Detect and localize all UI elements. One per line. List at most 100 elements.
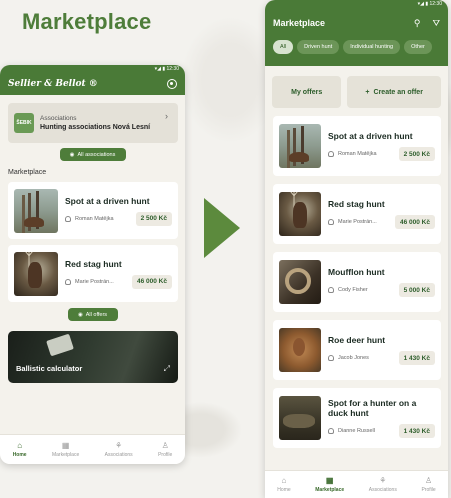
home-icon: ⌂ — [17, 441, 23, 450]
all-associations-label: All associations — [77, 151, 116, 158]
association-card[interactable]: ŠEBIK Associations Hunting associations … — [8, 103, 178, 143]
filter-chip[interactable]: Driven hunt — [297, 40, 340, 54]
offer-thumbnail — [279, 260, 321, 304]
offer-seller: Marie Postrán... — [328, 219, 377, 225]
associations-icon: ⚘ — [115, 441, 123, 450]
bottom-nav: ⌂ Home ▦ Marketplace ⚘ Associations ♙ Profi… — [0, 434, 185, 464]
offer-seller: Roman Matějka — [328, 151, 377, 157]
offer-list: Spot at a driven hunt Roman Matějka 2 50… — [265, 116, 448, 448]
ballistic-calculator-card[interactable]: Ballistic calculator ⤢ — [8, 331, 178, 383]
offer-thumbnail — [279, 396, 321, 440]
offer-seller: Jacob Jones — [328, 355, 369, 361]
offer-card[interactable]: Roe deer hunt Jacob Jones 1 430 Kč — [273, 320, 441, 380]
offer-thumbnail — [279, 192, 321, 236]
home-icon: ⌂ — [281, 476, 287, 485]
nav-label: Marketplace — [51, 452, 80, 458]
nav-label: Marketplace — [315, 487, 345, 493]
offer-thumbnail — [14, 188, 58, 233]
create-offer-button[interactable]: + Create an offer — [347, 76, 441, 108]
offer-title: Roe deer hunt — [328, 335, 386, 345]
section-label: Marketplace — [8, 169, 47, 176]
offer-card[interactable]: Red stag hunt Marie Postrán... 46 000 Kč — [8, 245, 178, 302]
marketplace-icon: ▦ — [61, 441, 70, 450]
status-bar: ▾◢ ▮ 12:30 — [265, 0, 448, 8]
nav-label: Associations — [368, 487, 397, 493]
expand-icon: ⤢ — [163, 364, 170, 373]
app-header: Sellier & Bellot ® — [0, 73, 185, 95]
offer-title: Spot at a driven hunt — [65, 195, 150, 206]
filter-chip[interactable]: All — [273, 40, 294, 54]
offer-card[interactable]: Moufflon hunt Cody Fisher 5 000 Kč — [273, 252, 441, 312]
association-name: Hunting associations Nová Lesní — [40, 124, 151, 131]
person-icon — [328, 428, 334, 434]
nav-item-marketplace[interactable]: ▦ Marketplace — [52, 441, 79, 458]
offer-card[interactable]: Red stag hunt Marie Postrán... 46 000 Kč — [273, 184, 441, 244]
filter-icon[interactable]: ⛛ — [432, 18, 440, 29]
offer-title: Red stag hunt — [65, 258, 122, 269]
ballistic-title: Ballistic calculator — [16, 364, 83, 373]
target-icon[interactable] — [167, 79, 177, 89]
filter-chip[interactable]: Individual hunting — [343, 40, 401, 54]
screen-title: Marketplace — [273, 18, 326, 28]
nav-item-profile[interactable]: ♙ Profile — [158, 441, 172, 458]
offer-title: Spot at a driven hunt — [328, 131, 413, 141]
nav-item-home[interactable]: ⌂ Home — [277, 476, 290, 493]
profile-icon: ♙ — [161, 441, 169, 450]
price-badge: 46 000 Kč — [132, 274, 172, 289]
nav-item-marketplace[interactable]: ▦ Marketplace — [315, 476, 344, 493]
marketplace-screen: ▾◢ ▮ 12:30 Marketplace ⚲ ⛛ All Driven hun… — [265, 0, 448, 498]
price-badge: 5 000 Kč — [398, 283, 435, 297]
nav-label: Home — [12, 452, 27, 458]
person-icon — [65, 278, 71, 285]
offer-seller: Marie Postrán... — [65, 278, 114, 285]
nav-item-home[interactable]: ⌂ Home — [13, 441, 27, 458]
my-offers-button[interactable]: My offers — [272, 76, 342, 108]
offer-title: Spot for a hunter on a duck hunt — [328, 398, 417, 418]
marketplace-icon: ▦ — [325, 476, 334, 485]
offer-card[interactable]: Spot at a driven hunt Roman Matějka 2 50… — [8, 182, 178, 239]
nav-item-associations[interactable]: ⚘ Associations — [105, 441, 133, 458]
person-icon — [328, 219, 334, 225]
offer-seller: Roman Matějka — [65, 215, 114, 222]
nav-label: Home — [277, 487, 291, 493]
offer-thumbnail — [279, 124, 321, 168]
brand-logo: Sellier & Bellot ® — [8, 79, 98, 89]
search-icon[interactable]: ⚲ — [414, 18, 421, 29]
status-bar: ▾◢ ▮ 12:30 — [0, 65, 185, 73]
page-heading: Marketplace — [22, 9, 152, 34]
home-screen: ▾◢ ▮ 12:30 Sellier & Bellot ® ŠEBIK Asso… — [0, 65, 185, 464]
person-icon — [328, 355, 334, 361]
seller-name: Marie Postrán... — [338, 219, 377, 225]
price-badge: 1 430 Kč — [398, 424, 435, 438]
offer-card[interactable]: Spot at a driven hunt Roman Matějka 2 50… — [273, 116, 441, 176]
eye-icon: ◉ — [77, 311, 83, 318]
profile-icon: ♙ — [424, 476, 433, 485]
create-offer-label: Create an offer — [373, 88, 423, 96]
offer-seller: Cody Fisher — [328, 287, 368, 293]
nav-label: Profile — [421, 487, 436, 493]
all-associations-button[interactable]: ◉ All associations — [59, 148, 126, 161]
seller-name: Dianne Russell — [338, 428, 375, 434]
associations-icon: ⚘ — [379, 476, 387, 485]
offer-title: Moufflon hunt — [328, 267, 385, 277]
nav-item-profile[interactable]: ♙ Profile — [421, 476, 435, 493]
association-label: Associations — [40, 115, 77, 122]
person-icon — [65, 215, 71, 222]
plus-icon: + — [365, 88, 370, 96]
eye-icon: ◉ — [69, 151, 75, 158]
price-badge: 2 500 Kč — [398, 147, 435, 161]
seller-name: Roman Matějka — [338, 151, 377, 157]
app-header: Marketplace ⚲ ⛛ All Driven hunt Individual… — [265, 8, 448, 66]
offer-thumbnail — [279, 328, 321, 372]
all-offers-button[interactable]: ◉ All offers — [67, 308, 118, 321]
rangefinder-image — [46, 333, 74, 357]
filter-chip[interactable]: Other — [404, 40, 432, 54]
nav-item-associations[interactable]: ⚘ Associations — [369, 476, 397, 493]
filter-chips: All Driven hunt Individual hunting Other — [273, 40, 440, 54]
price-badge: 2 500 Kč — [135, 211, 172, 226]
person-icon — [328, 151, 334, 157]
seller-name: Cody Fisher — [338, 287, 368, 293]
offer-card[interactable]: Spot for a hunter on a duck hunt Dianne … — [273, 388, 441, 448]
offer-thumbnail — [14, 251, 58, 296]
nav-label: Associations — [104, 452, 133, 458]
